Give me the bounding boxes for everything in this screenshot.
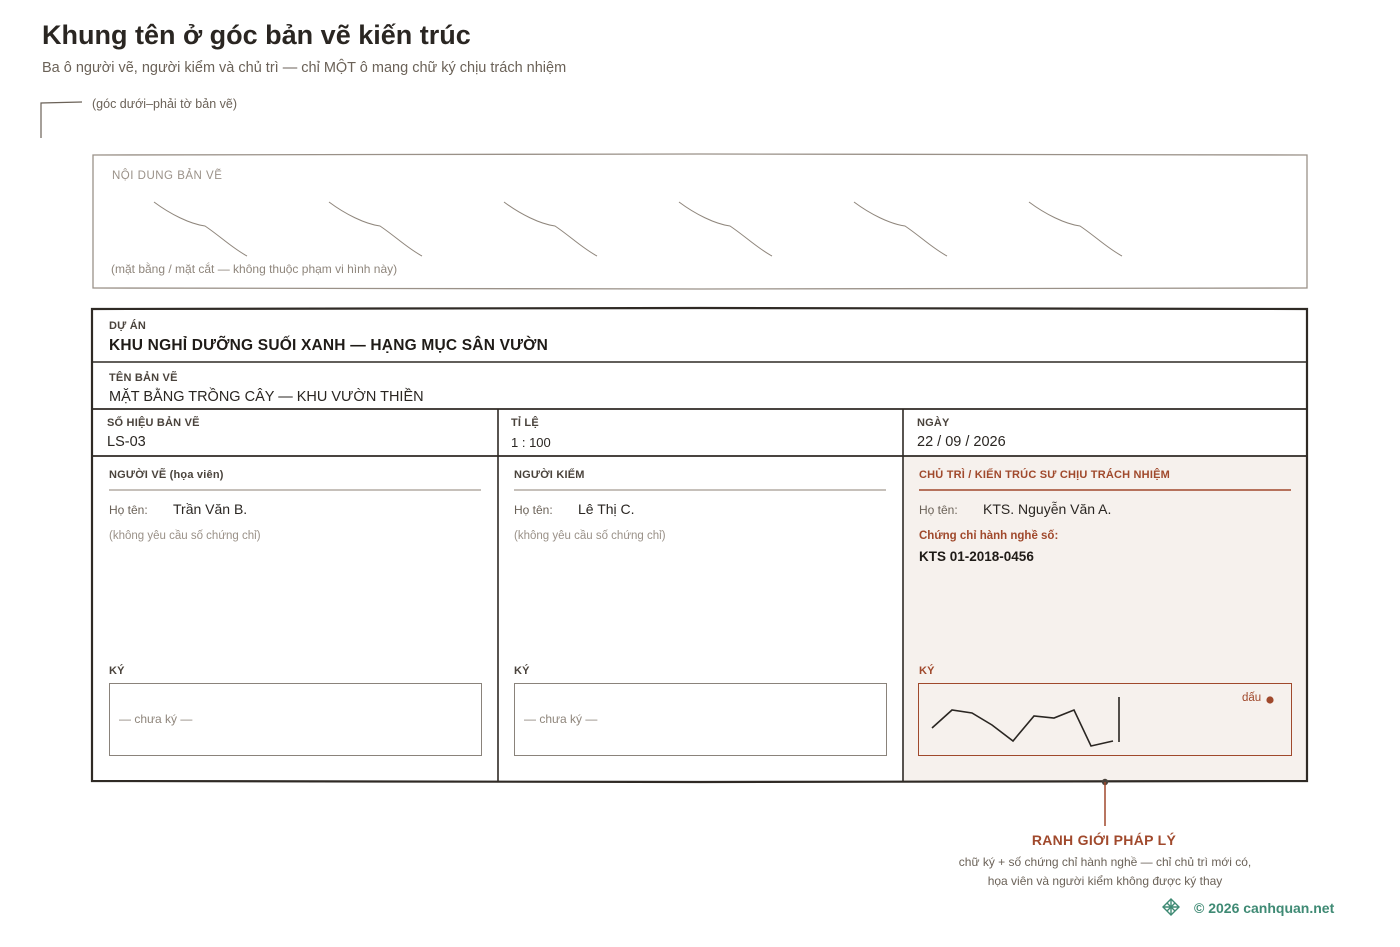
- checker-name-value: Lê Thị C.: [578, 501, 635, 517]
- checker-signature-box[interactable]: — chưa ký —: [514, 683, 887, 756]
- sheet-name-value: MẶT BẰNG TRỒNG CÂY — KHU VƯỜN THIỀN: [109, 389, 424, 405]
- scale-label: TỈ LỆ: [511, 417, 539, 429]
- sheet-no-label: SỐ HIỆU BẢN VẼ: [107, 417, 200, 429]
- checker-sign-label: KÝ: [514, 665, 530, 677]
- footer-copyright[interactable]: © 2026 canhquan.net: [1194, 900, 1334, 916]
- project-label: DỰ ÁN: [109, 320, 147, 332]
- drafter-cert-note: (không yêu cầu số chứng chỉ): [109, 530, 261, 542]
- drawing-area-note: (mặt bằng / mặt cắt — không thuộc phạm v…: [111, 262, 398, 276]
- checker-sign-placeholder: — chưa ký —: [524, 712, 598, 726]
- page-title: Khung tên ở góc bản vẽ kiến trúc: [42, 20, 471, 50]
- legal-boundary-title: RANH GIỚI PHÁP LÝ: [1031, 832, 1177, 848]
- drafter-heading: NGƯỜI VẼ (họa viên): [109, 469, 224, 481]
- stamp-label: dấu: [1242, 692, 1262, 704]
- legal-boundary-note-line1: chữ ký + số chứng chỉ hành nghề — chỉ ch…: [958, 855, 1252, 869]
- scale-value: 1 : 100: [511, 435, 551, 450]
- drawing-hatch-lines: [153, 201, 1123, 257]
- responsible-name-value: KTS. Nguyễn Văn A.: [983, 501, 1112, 517]
- checker-name-label: Họ tên:: [514, 503, 553, 517]
- drawing-area-label: NỘI DUNG BẢN VẼ: [112, 170, 223, 182]
- responsible-sign-label: KÝ: [919, 665, 935, 677]
- drafter-name-value: Trần Văn B.: [173, 501, 248, 517]
- page-subtitle: Ba ô người vẽ, người kiểm và chủ trì — c…: [42, 60, 567, 76]
- project-value: KHU NGHỈ DƯỠNG SUỐI XANH — HẠNG MỤC SÂN …: [109, 337, 549, 354]
- checker-cert-note: (không yêu cầu số chứng chỉ): [514, 530, 666, 542]
- date-value: 22 / 09 / 2026: [917, 434, 1006, 450]
- corner-note: (góc dưới–phải tờ bản vẽ): [92, 97, 237, 111]
- drafter-name-label: Họ tên:: [109, 503, 148, 517]
- knot-logo-icon: [1162, 898, 1180, 916]
- sheet-no-value: LS-03: [107, 434, 146, 450]
- corner-bracket-mark: [40, 101, 83, 138]
- legal-boundary-note-line2: họa viên và người kiểm không được ký tha…: [987, 874, 1223, 888]
- responsible-signature-box[interactable]: [918, 683, 1292, 756]
- drafter-signature-box[interactable]: — chưa ký —: [109, 683, 482, 756]
- date-label: NGÀY: [917, 417, 950, 429]
- responsible-cert-label: Chứng chỉ hành nghề số:: [919, 530, 1059, 542]
- responsible-cert-value: KTS 01-2018-0456: [919, 549, 1034, 564]
- sheet-name-label: TÊN BẢN VẼ: [109, 372, 178, 384]
- drafter-sign-label: KÝ: [109, 665, 125, 677]
- checker-heading: NGƯỜI KIỂM: [514, 469, 585, 481]
- drafter-sign-placeholder: — chưa ký —: [119, 712, 193, 726]
- responsible-heading: CHỦ TRÌ / KIẾN TRÚC SƯ CHỊU TRÁCH NHIỆM: [919, 469, 1170, 481]
- responsible-name-label: Họ tên:: [919, 503, 958, 517]
